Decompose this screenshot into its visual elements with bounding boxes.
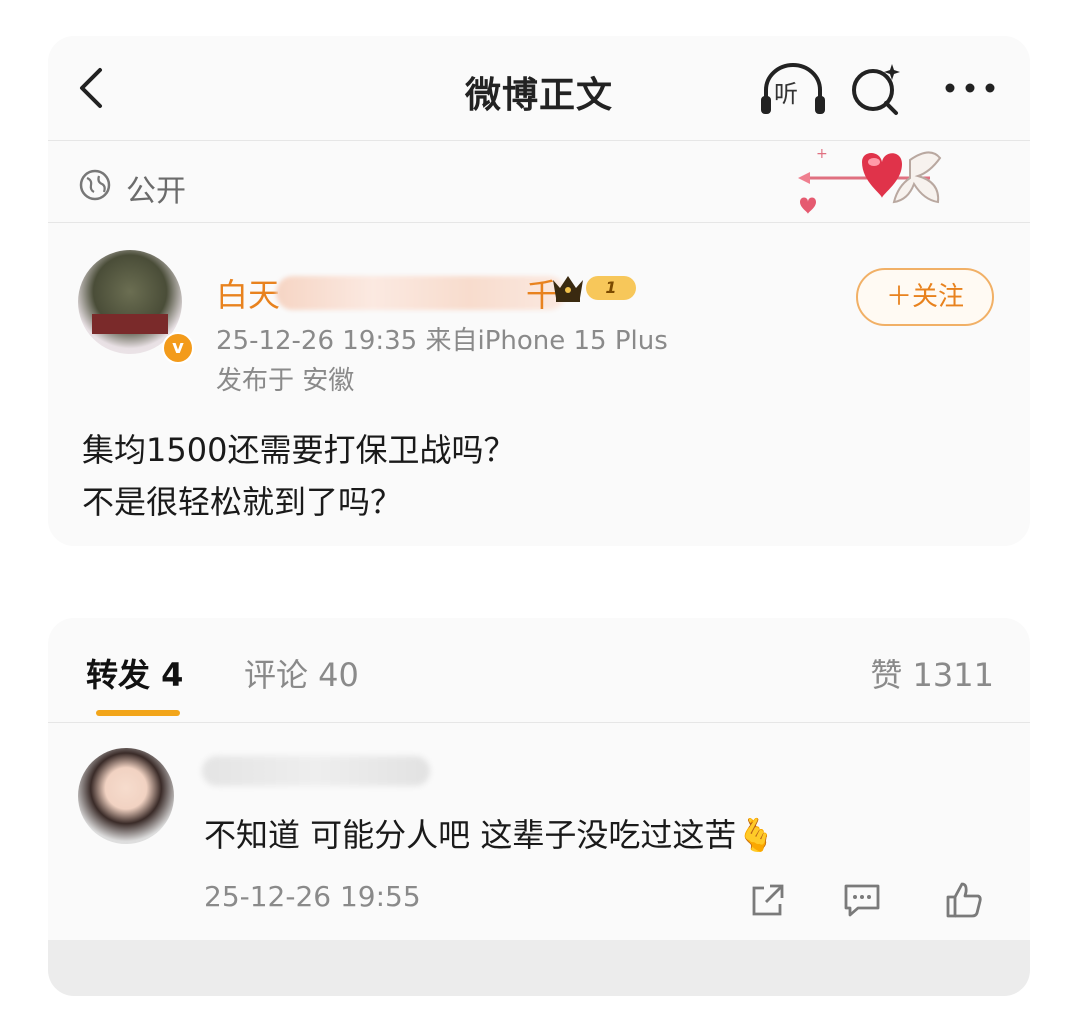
interactions-card: 转发 4 评论 40 赞 1311 不知道 可能分人吧 这辈子没吃过这苦🫰 25… [48, 618, 1030, 996]
avatar-decoration [92, 314, 168, 334]
tab-comments[interactable]: 评论 40 [244, 650, 359, 696]
listen-button[interactable]: 听 [758, 60, 828, 118]
verified-badge-icon: v [162, 332, 194, 364]
crown-icon [553, 276, 583, 302]
tab-likes[interactable]: 赞 1311 [870, 650, 994, 696]
level-badge: 1 [586, 276, 636, 300]
top-nav-bar: 微博正文 听 [48, 36, 1030, 141]
post-line: 集均1500还需要打保卫战吗？ [82, 431, 516, 469]
search-icon[interactable] [848, 60, 906, 118]
footer-strip [48, 940, 1030, 996]
post-meta: 25-12-26 19:35 来自iPhone 15 Plus [216, 326, 668, 356]
author-name-redaction [276, 276, 566, 310]
active-tab-indicator [96, 710, 180, 716]
share-icon[interactable] [748, 880, 788, 920]
comment-text: 不知道 可能分人吧 这辈子没吃过这苦🫰 [204, 816, 777, 854]
listen-label: 听 [774, 80, 798, 108]
tab-reposts[interactable]: 转发 4 [86, 650, 183, 696]
commenter-avatar[interactable] [78, 748, 174, 844]
author-name[interactable]: 白天 [216, 270, 280, 316]
post-content: 集均1500还需要打保卫战吗？ 不是很轻松就到了吗？ [82, 424, 982, 528]
post-card: 微博正文 听 公开 + v 白天 千 1 25-12-26 19:35 来自iP… [48, 36, 1030, 546]
svg-text:+: + [816, 146, 828, 162]
visibility-label: 公开 [126, 174, 186, 209]
heart-arrow-sticker: + [798, 146, 942, 214]
follow-button[interactable]: ＋关注 [856, 268, 994, 326]
visibility-row: 公开 + [48, 140, 1030, 223]
post-location: 发布于 安徽 [216, 366, 355, 396]
interaction-tabs: 转发 4 评论 40 赞 1311 [48, 618, 1030, 723]
reply-comment-icon[interactable] [842, 880, 882, 920]
more-options-icon[interactable] [938, 66, 1002, 110]
comment-time: 25-12-26 19:55 [204, 880, 421, 913]
globe-icon [79, 169, 111, 201]
post-line: 不是很轻松就到了吗？ [82, 483, 403, 521]
thumbs-up-icon[interactable] [944, 880, 984, 920]
commenter-name-redaction [202, 756, 430, 786]
